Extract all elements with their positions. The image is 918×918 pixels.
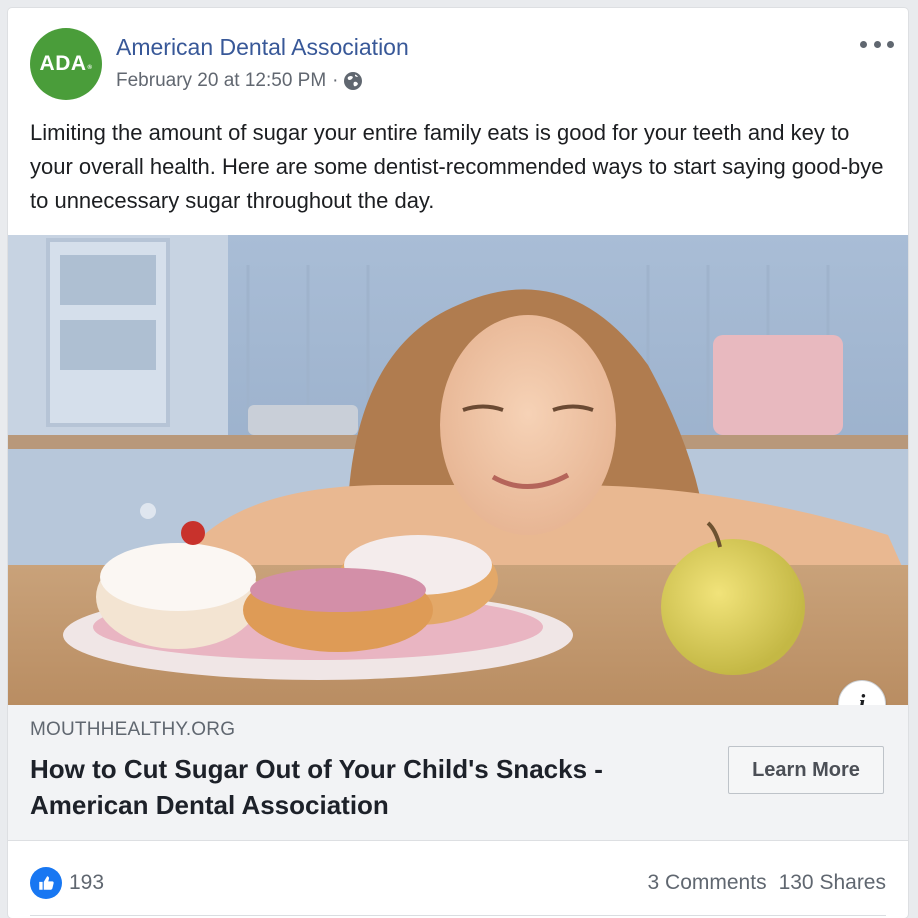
link-title[interactable]: How to Cut Sugar Out of Your Child's Sna… [30, 751, 670, 823]
post-timestamp[interactable]: February 20 at 12:50 PM [116, 70, 326, 92]
globe-icon [343, 71, 363, 91]
meta-separator: · [332, 70, 339, 91]
engagement-stats: 3 Comments 130 Shares [648, 871, 886, 895]
engagement-bar: 193 3 Comments 130 Shares [8, 841, 908, 918]
thumbs-up-icon[interactable] [30, 867, 62, 899]
post-image[interactable] [8, 235, 908, 705]
like-count[interactable]: 193 [69, 871, 104, 895]
post-meta: February 20 at 12:50 PM · [116, 70, 363, 92]
link-preview[interactable]: MOUTHHEALTHY.ORG How to Cut Sugar Out of… [8, 705, 908, 841]
post-text: Limiting the amount of sugar your entire… [30, 120, 884, 213]
registered-mark: ® [87, 65, 93, 71]
more-options-button[interactable] [860, 34, 894, 54]
ellipsis-dot [887, 40, 894, 48]
learn-more-button[interactable]: Learn More [728, 746, 884, 794]
link-domain: MOUTHHEALTHY.ORG [30, 719, 236, 740]
ellipsis-dot [860, 40, 867, 48]
page-name-link[interactable]: American Dental Association [116, 34, 409, 61]
divider [30, 915, 886, 916]
shares-count[interactable]: 130 Shares [779, 871, 886, 895]
comments-count[interactable]: 3 Comments [648, 871, 767, 895]
avatar-logo-text: ADA [39, 52, 87, 75]
child-with-donuts-photo [8, 235, 908, 705]
post-card: ADA ® American Dental Association Februar… [8, 8, 908, 918]
ellipsis-dot [873, 40, 881, 48]
page-avatar[interactable]: ADA ® [30, 28, 102, 100]
